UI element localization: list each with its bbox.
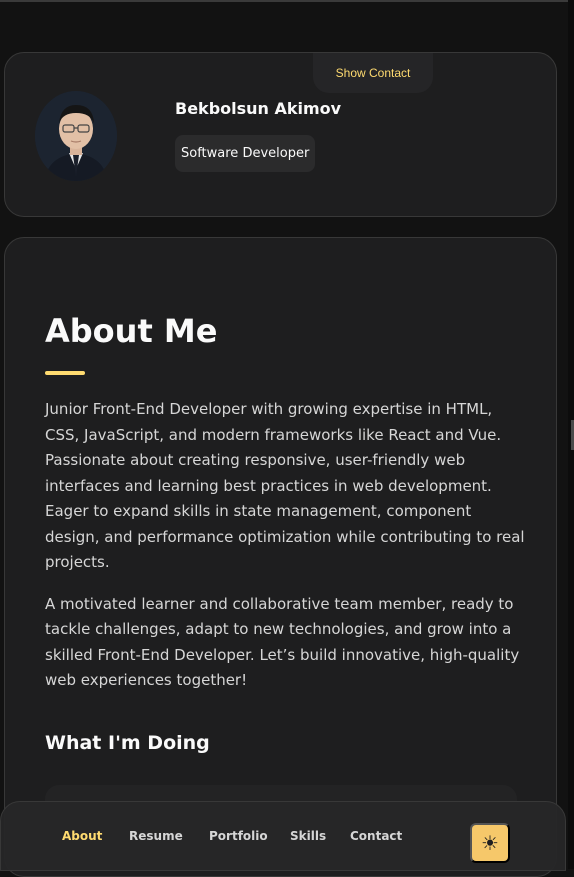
- about-paragraph-1: Junior Front-End Developer with growing …: [45, 400, 525, 571]
- nav-item-contact[interactable]: Contact: [350, 829, 402, 843]
- theme-toggle-button[interactable]: ☀: [470, 823, 510, 863]
- about-article: About Me Junior Front-End Developer with…: [4, 237, 557, 877]
- avatar: [35, 91, 117, 181]
- show-contact-button[interactable]: Show Contact: [313, 53, 433, 93]
- about-paragraph-2: A motivated learner and collaborative te…: [45, 594, 520, 690]
- nav-item-portfolio[interactable]: Portfolio: [209, 829, 268, 843]
- nav-item-about[interactable]: About: [62, 829, 102, 843]
- nav-item-skills[interactable]: Skills: [290, 829, 326, 843]
- bottom-navbar: About Resume Portfolio Skills Contact ☀: [0, 801, 566, 871]
- sidebar-card: Show Contact Bekbolsun Akimov Software D…: [4, 52, 557, 217]
- doing-section-title: What I'm Doing: [45, 732, 210, 754]
- about-text: Junior Front-End Developer with growing …: [45, 397, 525, 710]
- profile-name: Bekbolsun Akimov: [175, 99, 342, 118]
- nav-item-resume[interactable]: Resume: [129, 829, 183, 843]
- scrollbar-track[interactable]: [568, 0, 574, 869]
- sun-icon: ☀: [481, 832, 499, 855]
- avatar-photo: [35, 91, 117, 181]
- top-border: [0, 0, 574, 2]
- profile-title-badge: Software Developer: [175, 135, 316, 172]
- title-underline: [45, 371, 85, 375]
- page-title: About Me: [45, 312, 218, 350]
